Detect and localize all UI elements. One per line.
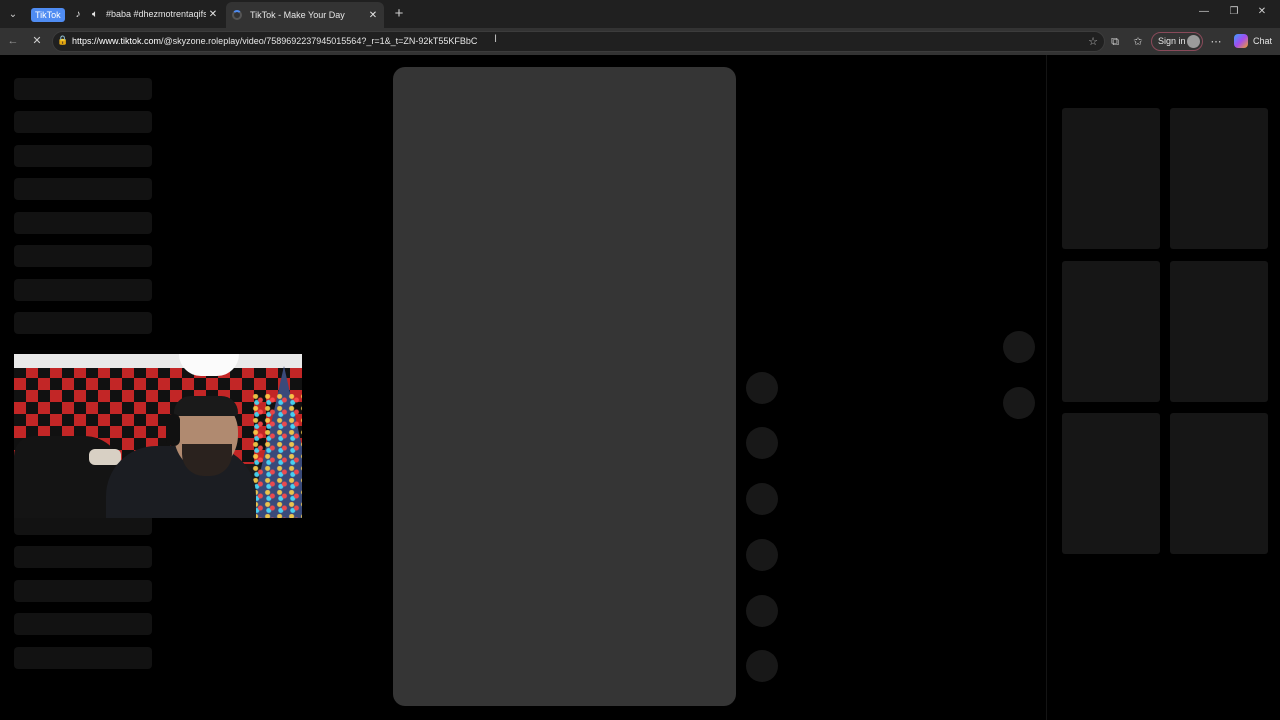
- related-video-card-placeholder[interactable]: [1170, 413, 1268, 554]
- tiktok-icon: ♪: [75, 8, 81, 20]
- sidebar-skeleton-row: [14, 647, 152, 669]
- extensions-icon[interactable]: ⧉: [1107, 34, 1123, 50]
- url-host: https://www.tiktok.com: [72, 36, 162, 46]
- headset: [166, 414, 180, 446]
- title-bar: ⌄ TikTok ♪ 🔈︎ #baba #dhezmotrentaqifsha …: [0, 0, 1280, 28]
- sidebar-skeleton-row: [14, 613, 152, 635]
- copilot-icon[interactable]: [1234, 34, 1248, 48]
- back-arrow-icon[interactable]: ←: [5, 33, 21, 49]
- url-path: /@skyzone.roleplay/video/758969223794501…: [161, 36, 478, 46]
- minimize-button[interactable]: —: [1194, 6, 1214, 22]
- browser-toolbar: ← ✕ 🔒 https://www.tiktok.com/@skyzone.ro…: [0, 28, 1280, 55]
- stop-loading-icon[interactable]: ✕: [29, 33, 45, 49]
- sidebar-skeleton-row: [14, 279, 152, 301]
- related-video-card-placeholder[interactable]: [1170, 261, 1268, 402]
- video-player-placeholder[interactable]: [393, 67, 736, 706]
- right-panel-divider: [1046, 55, 1047, 720]
- tab-group-label[interactable]: TikTok: [31, 8, 65, 22]
- sidebar-skeleton-row: [14, 78, 152, 100]
- close-tab-icon[interactable]: ✕: [206, 9, 220, 20]
- chat-label[interactable]: Chat: [1253, 36, 1272, 46]
- action-button-placeholder[interactable]: [746, 483, 778, 515]
- sidebar-skeleton-row: [14, 178, 152, 200]
- related-video-card-placeholder[interactable]: [1062, 413, 1160, 554]
- text-cursor-icon: I: [494, 33, 498, 45]
- speaker-icon[interactable]: 🔈︎: [88, 9, 102, 20]
- tab-title: #baba #dhezmotrentaqifsha #: [106, 9, 206, 19]
- tree-lights: [252, 394, 302, 518]
- previous-video-placeholder[interactable]: [1003, 331, 1035, 363]
- favorites-icon[interactable]: ✩: [1130, 34, 1146, 50]
- action-button-placeholder[interactable]: [746, 595, 778, 627]
- tab-title: TikTok - Make Your Day: [250, 10, 345, 20]
- profile-avatar-icon: [1187, 35, 1200, 48]
- sidebar-skeleton-row: [14, 312, 152, 334]
- loading-spinner-icon: [232, 10, 242, 20]
- sidebar-skeleton-row: [14, 546, 152, 568]
- close-window-button[interactable]: ✕: [1252, 6, 1272, 22]
- sign-in-button[interactable]: Sign in: [1151, 32, 1203, 51]
- new-tab-button[interactable]: +: [390, 5, 408, 23]
- sidebar-skeleton-row: [14, 580, 152, 602]
- action-button-placeholder[interactable]: [746, 427, 778, 459]
- sidebar-skeleton-row: [14, 111, 152, 133]
- tab-baba[interactable]: ♪ 🔈︎ #baba #dhezmotrentaqifsha # ✕: [68, 2, 224, 26]
- tab-tiktok-make-your-day[interactable]: TikTok - Make Your Day ✕: [226, 2, 384, 28]
- page-viewport: [0, 55, 1280, 720]
- pillow: [89, 449, 121, 465]
- related-video-card-placeholder[interactable]: [1062, 108, 1160, 249]
- sidebar-skeleton-row: [14, 145, 152, 167]
- next-video-placeholder[interactable]: [1003, 387, 1035, 419]
- related-video-card-placeholder[interactable]: [1170, 108, 1268, 249]
- related-video-card-placeholder[interactable]: [1062, 261, 1160, 402]
- lock-icon[interactable]: 🔒: [57, 35, 68, 46]
- tab-actions-menu-icon[interactable]: ⌄: [4, 5, 22, 23]
- close-tab-icon[interactable]: ✕: [366, 10, 380, 21]
- action-button-placeholder[interactable]: [746, 372, 778, 404]
- action-button-placeholder[interactable]: [746, 650, 778, 682]
- sidebar-skeleton-row: [14, 245, 152, 267]
- action-button-placeholder[interactable]: [746, 539, 778, 571]
- sign-in-label: Sign in: [1158, 36, 1186, 46]
- person-hair: [174, 396, 238, 416]
- webcam-overlay: [14, 354, 302, 518]
- restore-button[interactable]: ❐: [1224, 6, 1244, 22]
- more-menu-icon[interactable]: ⋯: [1208, 34, 1224, 50]
- sidebar-skeleton-row: [14, 212, 152, 234]
- address-bar[interactable]: 🔒 https://www.tiktok.com/@skyzone.rolepl…: [52, 31, 1105, 52]
- favorite-star-icon[interactable]: ☆: [1088, 35, 1098, 48]
- url-text[interactable]: https://www.tiktok.com/@skyzone.roleplay…: [72, 36, 477, 46]
